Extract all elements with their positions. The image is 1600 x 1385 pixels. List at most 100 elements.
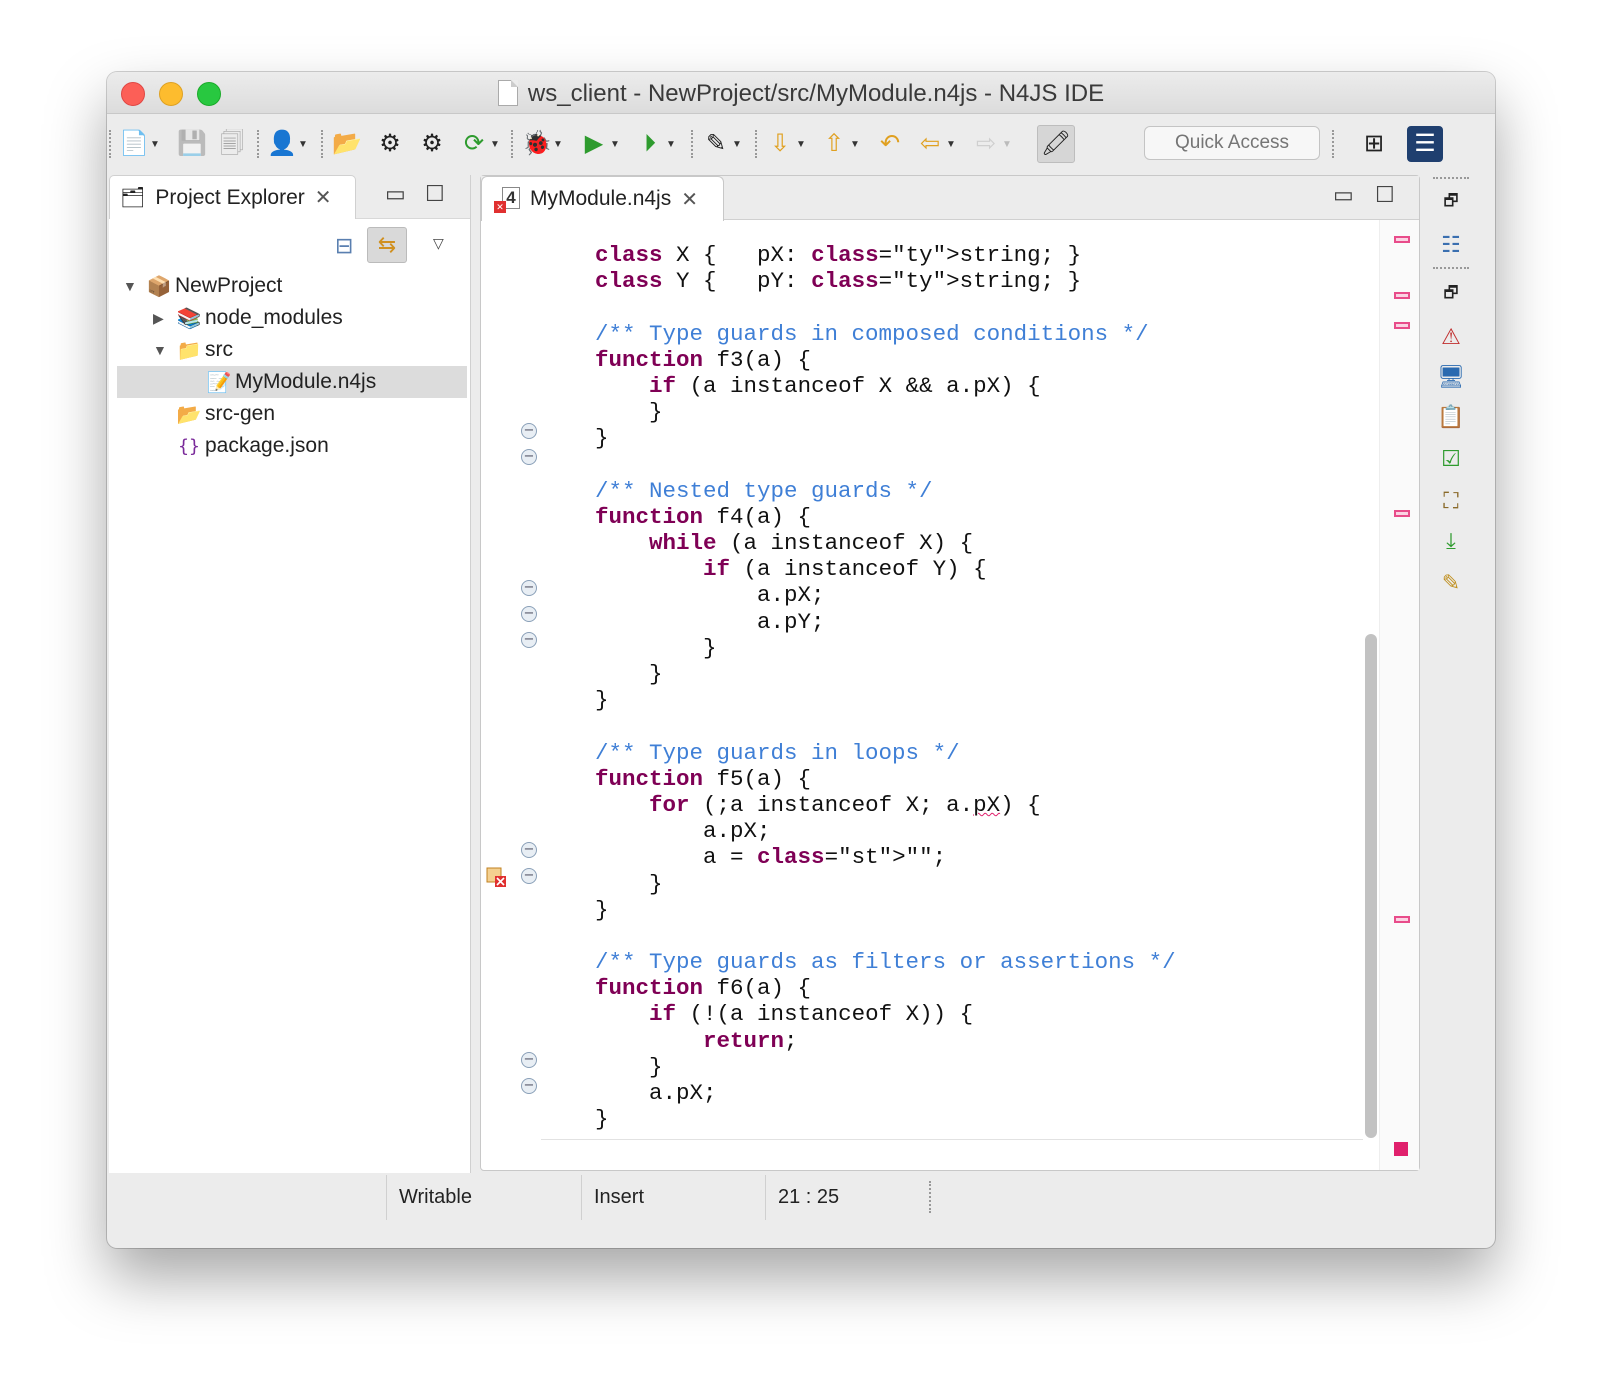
code-line[interactable]: /** Type guards as filters or assertions… [541,949,1361,975]
problems-icon[interactable]: ⚠ [1435,321,1467,353]
overview-error-mark[interactable] [1394,916,1410,923]
fold-toggle[interactable]: − [521,1078,537,1094]
code-line[interactable]: } [541,897,1361,923]
code-line[interactable]: function f5(a) { [541,766,1361,792]
code-line[interactable]: } [541,635,1361,661]
save-button[interactable]: 💾 [177,128,207,160]
code-line[interactable]: class Y { pY: class="ty">string; } [541,268,1361,294]
code-line[interactable]: class X { pX: class="ty">string; } [541,242,1361,268]
code-line[interactable]: a = class="st">""; [541,844,1361,870]
code-line[interactable]: a.pX; [541,818,1361,844]
save-all-button[interactable]: 🗐 [217,128,247,160]
code-line[interactable]: /** Type guards in loops */ [541,740,1361,766]
code-line[interactable]: a.pX; [541,1080,1361,1106]
new-wizard-button[interactable]: 📄 ▼ [119,128,160,160]
code-line[interactable]: a.pY; [541,609,1361,635]
tree-item-src-gen[interactable]: 📂 src-gen [173,398,275,430]
overview-error-mark[interactable] [1394,292,1410,299]
maximize-editor-button[interactable]: ☐ [1375,182,1395,208]
fold-toggle[interactable]: − [521,842,537,858]
account-button[interactable]: 👤 ▼ [267,128,308,160]
overview-ruler[interactable] [1379,220,1419,1170]
quick-access-input[interactable] [1144,126,1320,160]
project-explorer-tab[interactable]: 🗂 Project Explorer ✕ [109,175,356,219]
code-line[interactable]: } [541,661,1361,687]
fold-toggle[interactable]: − [521,580,537,596]
close-icon[interactable]: ✕ [315,185,332,210]
fold-toggle[interactable]: − [521,606,537,622]
fold-toggle[interactable]: − [521,868,537,884]
restore-icon[interactable]: 🗗 [1435,279,1467,311]
code-line[interactable]: while (a instanceof X) { [541,530,1361,556]
collapse-all-button[interactable]: ⊟ [335,233,353,259]
next-annotation-button[interactable]: ⇩ ▼ [765,128,806,160]
open-perspective-button[interactable]: ⊞ [1359,128,1389,160]
code-line[interactable] [541,923,1361,949]
last-edit-location-button[interactable]: ↶ [875,128,905,160]
code-line[interactable]: /** Nested type guards */ [541,478,1361,504]
minimize-editor-button[interactable]: ▭ [1333,182,1354,208]
back-button[interactable]: ⇦ ▼ [915,128,956,160]
run-button[interactable]: ▶ ▼ [579,128,620,160]
maximize-view-button[interactable]: ☐ [425,181,445,207]
close-icon[interactable]: ✕ [681,187,698,212]
code-line[interactable]: } [541,1054,1361,1080]
previous-annotation-button[interactable]: ⇧ ▼ [819,128,860,160]
collapse-arrow-icon[interactable]: ▶ [153,310,173,327]
code-line[interactable]: if (a instanceof X && a.pX) { [541,373,1361,399]
download-icon[interactable]: ⤓ [1435,525,1467,557]
code-line[interactable]: } [541,871,1361,897]
hierarchy-icon[interactable]: ⛶ [1435,485,1467,517]
run-external-button[interactable]: ⏵ ▼ [635,128,676,160]
build-all-button[interactable]: ⚙ [417,128,447,160]
overview-error-mark[interactable] [1394,236,1410,243]
markers-button[interactable]: ✎ ▼ [701,128,742,160]
overview-error-mark[interactable] [1394,322,1410,329]
code-line[interactable]: return; [541,1028,1361,1054]
refresh-button[interactable]: ⟳ ▼ [459,128,500,160]
code-line[interactable] [541,713,1361,739]
test-results-icon[interactable]: ☑ [1435,443,1467,475]
view-menu-button[interactable]: ▽ [433,235,444,252]
code-line[interactable]: function f3(a) { [541,347,1361,373]
fold-toggle[interactable]: − [521,1052,537,1068]
code-line[interactable]: function f6(a) { [541,975,1361,1001]
code-line[interactable] [541,452,1361,478]
debug-button[interactable]: 🐞 ▼ [522,128,563,160]
tree-item-newproject[interactable]: ▼ 📦 NewProject [123,270,282,302]
overview-error-summary[interactable] [1394,1142,1408,1156]
code-line[interactable]: function f4(a) { [541,504,1361,530]
expand-arrow-icon[interactable]: ▼ [123,278,143,294]
toggle-highlight-button[interactable]: 🖍 [1037,125,1075,163]
build-button[interactable]: ⚙ [375,128,405,160]
forward-button[interactable]: ⇨ ▼ [971,128,1012,160]
open-project-button[interactable]: 📂 [332,128,362,160]
code-area[interactable]: class X { pX: class="ty">string; } class… [541,242,1361,1132]
fold-toggle[interactable]: − [521,632,537,648]
code-line[interactable]: } [541,425,1361,451]
code-line[interactable]: } [541,1106,1361,1132]
tree-item-src[interactable]: ▼ 📁 src [153,334,233,366]
code-line[interactable]: if (a instanceof Y) { [541,556,1361,582]
fold-toggle[interactable]: − [521,423,537,439]
minimize-view-button[interactable]: ▭ [385,181,406,207]
code-line[interactable]: } [541,687,1361,713]
console-icon[interactable]: 🖥 [1435,361,1467,393]
expand-arrow-icon[interactable]: ▼ [153,342,173,358]
outline-icon[interactable]: ☷ [1435,229,1467,261]
overview-error-mark[interactable] [1394,510,1410,517]
pencil-icon[interactable]: ✎ [1435,567,1467,599]
error-marker-icon[interactable] [485,866,507,888]
editor-tab-mymodule[interactable]: 4 ✕ MyModule.n4js ✕ [481,176,724,221]
tree-item-mymodule[interactable]: 📝 MyModule.n4js [117,366,467,398]
tree-item-package-json[interactable]: {} package.json [173,430,329,462]
code-line[interactable]: a.pX; [541,582,1361,608]
n4js-perspective-button[interactable]: ☰ [1407,126,1443,162]
code-line[interactable]: if (!(a instanceof X)) { [541,1001,1361,1027]
code-line[interactable]: for (;a instanceof X; a.pX) { [541,792,1361,818]
link-with-editor-button[interactable]: ⇆ [367,227,407,263]
vertical-scrollbar[interactable] [1365,634,1377,1138]
code-line[interactable]: } [541,399,1361,425]
tree-item-node-modules[interactable]: ▶ 📚 node_modules [153,302,343,334]
code-line[interactable]: /** Type guards in composed conditions *… [541,321,1361,347]
